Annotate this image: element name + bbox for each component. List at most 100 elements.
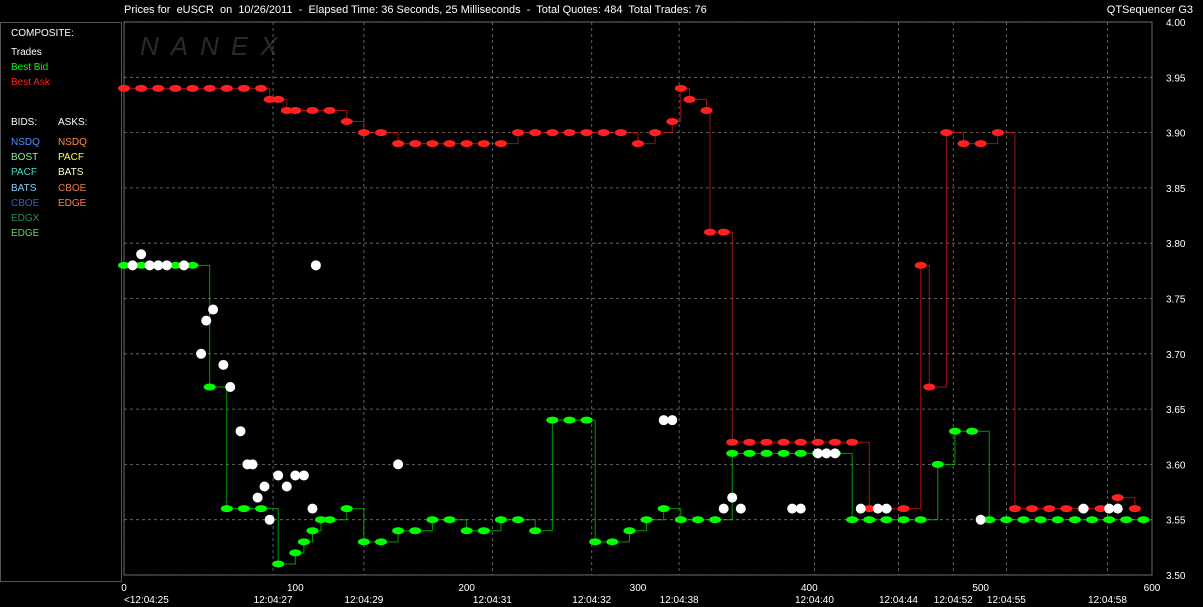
bid-point (1000, 516, 1013, 524)
trade-point (667, 415, 678, 426)
time-label: 12:04:55 (987, 595, 1026, 606)
x-tick-label: 200 (458, 583, 475, 594)
trade-point (247, 459, 258, 470)
ask-point (237, 84, 250, 92)
bid-point (691, 516, 704, 524)
watermark: NANEX (140, 31, 290, 61)
bid-point (1137, 516, 1150, 524)
trade-point (855, 503, 866, 514)
ask-point (272, 95, 285, 103)
ask-point (923, 383, 936, 391)
bid-point (237, 505, 250, 513)
ask-point (794, 438, 807, 446)
ask-point (460, 140, 473, 148)
bid-point (863, 516, 876, 524)
trade-point (1078, 503, 1089, 514)
time-label: 12:04:32 (572, 595, 611, 606)
ask-point (674, 84, 687, 92)
ask-point (811, 438, 824, 446)
ask-point (220, 84, 233, 92)
trade-point (136, 249, 147, 260)
y-tick-label: 3.60 (1166, 460, 1186, 471)
ask-point (897, 505, 910, 513)
ask-point (1008, 505, 1021, 513)
trade-point (178, 260, 189, 271)
trade-point (830, 448, 841, 459)
ask-point (392, 140, 405, 148)
y-tick-label: 3.75 (1166, 295, 1186, 306)
bid-point (1017, 516, 1030, 524)
trade-point (393, 459, 404, 470)
ask-point (777, 438, 790, 446)
ask-point (409, 140, 422, 148)
x-tick-label: 0 (121, 583, 127, 594)
bid-point (357, 538, 370, 546)
ask-point (1026, 505, 1039, 513)
trade-point (196, 348, 207, 359)
bid-point (743, 449, 756, 457)
bid-point (323, 516, 336, 524)
ask-point (846, 438, 859, 446)
trade-point (787, 503, 798, 514)
bid-point (794, 449, 807, 457)
trade-point (252, 492, 263, 503)
bid-point (426, 516, 439, 524)
ask-point (703, 228, 716, 236)
bid-point (477, 527, 490, 535)
ask-point (760, 438, 773, 446)
ask-point (974, 140, 987, 148)
ask-point (135, 84, 148, 92)
time-label: 12:04:40 (795, 595, 834, 606)
y-tick-label: 3.80 (1166, 239, 1186, 250)
ask-point (597, 129, 610, 137)
bid-point (623, 527, 636, 535)
trade-point (208, 304, 219, 315)
ask-point (743, 438, 756, 446)
bid-point (1034, 516, 1047, 524)
time-label: 12:04:29 (344, 595, 383, 606)
bid-point (443, 516, 456, 524)
ask-point (563, 129, 576, 137)
ask-point (1060, 505, 1073, 513)
bid-point (1103, 516, 1116, 524)
plot-area (123, 21, 1153, 576)
time-label: 12:04:44 (879, 595, 918, 606)
bid-point (563, 416, 576, 424)
bid-point (966, 427, 979, 435)
y-tick-label: 4.00 (1166, 18, 1186, 29)
bid-point (255, 505, 268, 513)
ask-point (494, 140, 507, 148)
ask-point (580, 129, 593, 137)
bid-point (726, 449, 739, 457)
time-label: 12:04:27 (254, 595, 293, 606)
trade-point (727, 492, 738, 503)
ask-point (426, 140, 439, 148)
ask-point (340, 118, 353, 126)
time-label: 12:04:58 (1088, 595, 1127, 606)
trade-point (153, 260, 164, 271)
ask-point (169, 84, 182, 92)
ask-point (477, 140, 490, 148)
bid-point (897, 516, 910, 524)
bid-point (375, 538, 387, 546)
trade-point (821, 448, 832, 459)
bid-point (289, 549, 302, 557)
ask-point (649, 129, 662, 137)
bid-point (914, 516, 927, 524)
x-tick-label: 300 (630, 583, 647, 594)
bid-point (640, 516, 653, 524)
bid-point (1120, 516, 1133, 524)
ask-point (529, 129, 542, 137)
bid-point (931, 460, 944, 468)
ask-point (1111, 494, 1124, 502)
bid-point (777, 449, 790, 457)
trade-point (1104, 503, 1115, 514)
ask-point (666, 118, 679, 126)
bid-point (589, 538, 602, 546)
ask-point (375, 129, 387, 137)
trade-point (795, 503, 806, 514)
y-tick-label: 3.85 (1166, 184, 1186, 195)
x-tick-label: 400 (801, 583, 818, 594)
bid-point (494, 516, 507, 524)
trade-point (298, 470, 309, 481)
